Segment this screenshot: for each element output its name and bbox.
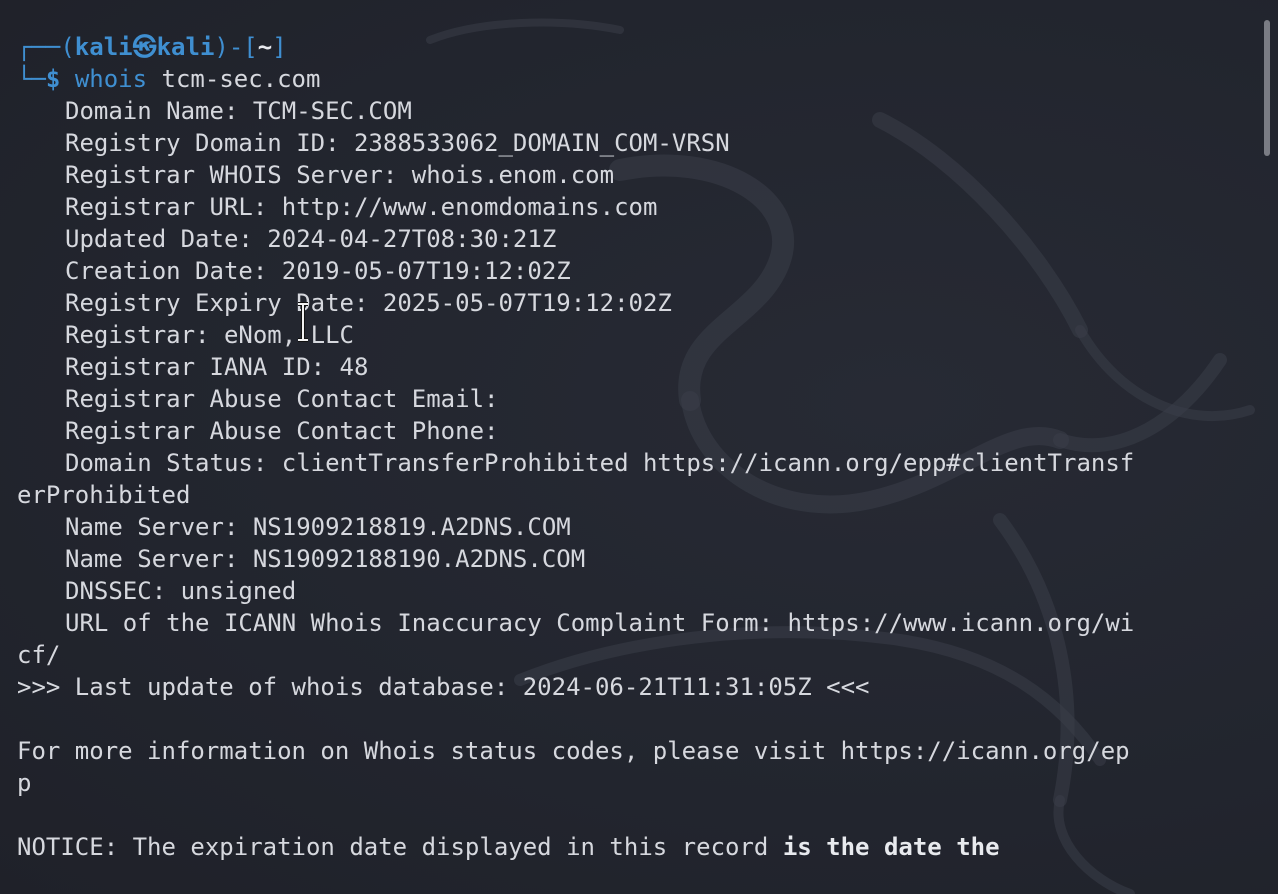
prompt-separator: ㉿ (132, 33, 157, 61)
prompt-dollar: $ (45, 65, 75, 93)
output-abuse-email: Registrar Abuse Contact Email: (65, 385, 499, 413)
output-registrar-iana-id: Registrar IANA ID: 48 (65, 353, 369, 381)
prompt-user: kali (74, 33, 133, 61)
output-icann-url: URL of the ICANN Whois Inaccuracy Compla… (65, 609, 1135, 637)
output-domain-status: Domain Status: clientTransferProhibited … (65, 449, 1135, 477)
output-info-wrap: p (17, 769, 32, 797)
output-abuse-phone: Registrar Abuse Contact Phone: (65, 417, 499, 445)
output-name-server-1: Name Server: NS1909218819.A2DNS.COM (65, 513, 571, 541)
output-creation-date: Creation Date: 2019-05-07T19:12:02Z (65, 257, 571, 285)
output-updated-date: Updated Date: 2024-04-27T08:30:21Z (65, 225, 557, 253)
output-domain-name: Domain Name: TCM-SEC.COM (65, 97, 412, 125)
prompt-directory: ~ (257, 33, 273, 61)
prompt-line-1: ┌──(kali㉿kali)-[~] (17, 31, 1253, 63)
output-info: For more information on Whois status cod… (17, 737, 1130, 765)
output-registry-expiry-date: Registry Expiry Date: 2025-05-07T19:12:0… (65, 289, 672, 317)
output-dnssec: DNSSEC: unsigned (65, 577, 297, 605)
output-name-server-2: Name Server: NS19092188190.A2DNS.COM (65, 545, 586, 573)
output-registrar: Registrar: eNom, LLC (65, 321, 354, 349)
output-notice: NOTICE: The expiration date displayed in… (17, 831, 1253, 863)
prompt-corner-top: ┌──( (17, 33, 75, 61)
terminal-output[interactable]: ┌──(kali㉿kali)-[~] └─$ whois tcm-sec.com… (17, 31, 1253, 863)
notice-text: NOTICE: The expiration date displayed in… (17, 833, 783, 861)
vertical-scrollbar[interactable] (1264, 20, 1270, 156)
prompt-bracket: )-[ (214, 33, 258, 61)
output-icann-url-wrap: cf/ (17, 641, 61, 669)
command-argument: tcm-sec.com (161, 65, 321, 93)
command-name: whois (74, 65, 148, 93)
output-registrar-url: Registrar URL: http://www.enomdomains.co… (65, 193, 658, 221)
output-domain-status-wrap: erProhibited (17, 481, 191, 509)
terminal-window[interactable]: ┌──(kali㉿kali)-[~] └─$ whois tcm-sec.com… (0, 0, 1278, 894)
output-last-update: >>> Last update of whois database: 2024-… (17, 673, 870, 701)
output-registry-domain-id: Registry Domain ID: 2388533062_DOMAIN_CO… (65, 129, 730, 157)
notice-bold-text: is the date the (782, 833, 1000, 861)
command-separator-space (147, 65, 161, 93)
output-registrar-whois-server: Registrar WHOIS Server: whois.enom.com (65, 161, 615, 189)
prompt-bracket-close: ] (272, 33, 287, 61)
text-cursor-icon (298, 302, 308, 342)
prompt-line-2: └─$ whois tcm-sec.com (17, 63, 1253, 95)
prompt-host: kali (156, 33, 215, 61)
prompt-corner-bottom: └─ (17, 65, 46, 93)
